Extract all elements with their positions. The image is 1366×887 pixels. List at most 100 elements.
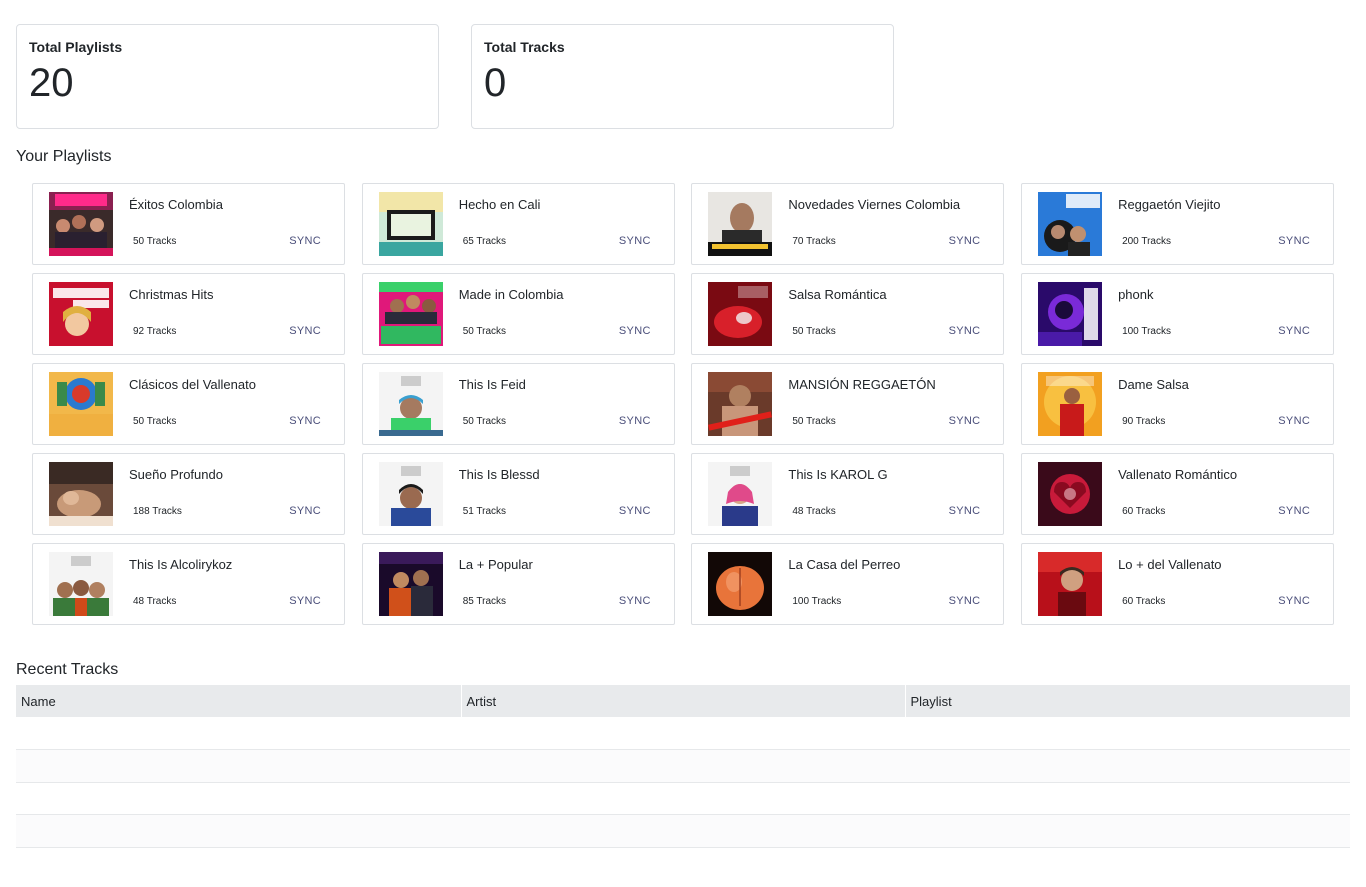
playlist-card[interactable]: Christmas Hits 92 Tracks SYNC (32, 273, 345, 355)
sync-button[interactable]: SYNC (619, 595, 651, 607)
sync-button[interactable]: SYNC (619, 415, 651, 427)
playlist-card[interactable]: This Is KAROL G 48 Tracks SYNC (691, 453, 1005, 535)
playlist-cover-image (49, 552, 113, 616)
playlist-track-count: 60 Tracks (1122, 506, 1166, 517)
sync-button[interactable]: SYNC (1278, 415, 1310, 427)
playlist-track-count: 60 Tracks (1122, 596, 1166, 607)
sync-button[interactable]: SYNC (289, 415, 321, 427)
playlist-track-count: 51 Tracks (462, 506, 507, 517)
playlist-name: Reggaetón Viejito (1118, 197, 1221, 212)
sync-button[interactable]: SYNC (949, 235, 981, 247)
sync-button[interactable]: SYNC (289, 235, 321, 247)
playlist-name: phonk (1118, 287, 1154, 302)
playlist-cover-image (708, 282, 773, 346)
playlist-cover-image (1038, 372, 1103, 436)
playlist-track-count: 48 Tracks (792, 506, 836, 517)
sync-button[interactable]: SYNC (289, 505, 321, 517)
playlist-track-count: 200 Tracks (1122, 236, 1171, 247)
total-playlists-card: Total Playlists 20 (16, 24, 439, 129)
playlist-name: Lo + del Vallenato (1118, 557, 1222, 572)
column-header-artist[interactable]: Artist (461, 685, 906, 717)
playlist-card[interactable]: Salsa Romántica 50 Tracks SYNC (691, 273, 1005, 355)
playlist-track-count: 50 Tracks (462, 416, 507, 427)
playlist-cover-image (708, 462, 773, 526)
playlist-cover-image (378, 192, 443, 256)
playlist-name: MANSIÓN REGGAETÓN (788, 377, 936, 392)
sync-button[interactable]: SYNC (949, 505, 981, 517)
playlist-name: This Is Blessd (458, 467, 540, 482)
playlist-card[interactable]: phonk 100 Tracks SYNC (1021, 273, 1335, 355)
playlist-name: Sueño Profundo (129, 467, 223, 482)
playlist-name: This Is Alcolirykoz (129, 557, 233, 572)
recent-tracks-table: Name Artist Playlist (16, 685, 1350, 848)
playlist-name: Vallenato Romántico (1118, 467, 1238, 482)
table-row (16, 749, 1350, 783)
playlist-cover-image (378, 552, 443, 616)
total-playlists-value: 20 (29, 61, 74, 105)
column-header-name[interactable]: Name (16, 685, 462, 717)
sync-button[interactable]: SYNC (289, 595, 321, 607)
sync-button[interactable]: SYNC (1278, 595, 1310, 607)
sync-button[interactable]: SYNC (1278, 235, 1310, 247)
sync-button[interactable]: SYNC (619, 235, 651, 247)
playlist-card[interactable]: This Is Feid 50 Tracks SYNC (361, 363, 675, 445)
playlist-card[interactable]: La + Popular 85 Tracks SYNC (361, 543, 675, 625)
sync-button[interactable]: SYNC (1278, 505, 1310, 517)
sync-button[interactable]: SYNC (949, 595, 981, 607)
playlist-card[interactable]: This Is Blessd 51 Tracks SYNC (361, 453, 675, 535)
playlist-cover-image (378, 462, 443, 526)
playlist-name: Novedades Viernes Colombia (788, 197, 961, 212)
your-playlists-heading: Your Playlists (16, 148, 112, 165)
playlist-track-count: 50 Tracks (792, 416, 836, 427)
playlist-cover-image (708, 552, 773, 616)
playlist-card[interactable]: Vallenato Romántico 60 Tracks SYNC (1021, 453, 1335, 535)
playlist-cover-image (1038, 282, 1103, 346)
playlist-card[interactable]: Hecho en Cali 65 Tracks SYNC (361, 183, 675, 265)
sync-button[interactable]: SYNC (289, 325, 321, 337)
playlist-card[interactable]: Éxitos Colombia 50 Tracks SYNC (32, 183, 345, 265)
playlist-card[interactable]: Clásicos del Vallenato 50 Tracks SYNC (32, 363, 345, 445)
sync-button[interactable]: SYNC (619, 505, 651, 517)
playlist-cover-image (708, 372, 773, 436)
playlist-card[interactable]: Lo + del Vallenato 60 Tracks SYNC (1021, 543, 1335, 625)
table-row (16, 782, 1350, 816)
sync-button[interactable]: SYNC (1278, 325, 1310, 337)
total-tracks-value: 0 (484, 61, 507, 105)
playlist-card[interactable]: Dame Salsa 90 Tracks SYNC (1021, 363, 1335, 445)
sync-button[interactable]: SYNC (619, 325, 651, 337)
playlist-track-count: 90 Tracks (1122, 416, 1166, 427)
playlist-card[interactable]: La Casa del Perreo 100 Tracks SYNC (691, 543, 1005, 625)
total-playlists-label: Total Playlists (29, 39, 123, 55)
playlist-cover-image (1038, 552, 1103, 616)
playlist-track-count: 48 Tracks (133, 596, 177, 607)
playlist-cover-image (49, 462, 113, 526)
playlist-card[interactable]: MANSIÓN REGGAETÓN 50 Tracks SYNC (691, 363, 1005, 445)
playlist-card[interactable]: Sueño Profundo 188 Tracks SYNC (32, 453, 345, 535)
playlist-grid: Éxitos Colombia 50 Tracks SYNC Hecho en … (32, 183, 1335, 625)
table-row (16, 717, 1350, 751)
playlist-card[interactable]: Made in Colombia 50 Tracks SYNC (361, 273, 675, 355)
playlist-cover-image (1038, 462, 1103, 526)
playlist-cover-image (49, 372, 113, 436)
playlist-name: Dame Salsa (1118, 377, 1189, 392)
playlist-track-count: 50 Tracks (133, 416, 177, 427)
sync-button[interactable]: SYNC (949, 415, 981, 427)
table-row (16, 814, 1350, 848)
sync-button[interactable]: SYNC (949, 325, 981, 337)
playlist-name: This Is Feid (458, 377, 526, 392)
playlist-name: La Casa del Perreo (788, 557, 901, 572)
playlist-track-count: 100 Tracks (792, 596, 842, 607)
playlist-card[interactable]: Novedades Viernes Colombia 70 Tracks SYN… (691, 183, 1005, 265)
playlist-card[interactable]: Reggaetón Viejito 200 Tracks SYNC (1021, 183, 1335, 265)
playlist-track-count: 100 Tracks (1122, 326, 1171, 337)
playlist-name: Clásicos del Vallenato (129, 377, 256, 392)
playlist-track-count: 65 Tracks (462, 236, 507, 247)
recent-tracks-heading: Recent Tracks (16, 661, 119, 678)
playlist-track-count: 50 Tracks (462, 326, 507, 337)
playlist-track-count: 85 Tracks (462, 596, 507, 607)
playlist-cover-image (49, 282, 113, 346)
playlist-cover-image (378, 372, 443, 436)
playlist-track-count: 92 Tracks (133, 326, 177, 337)
playlist-card[interactable]: This Is Alcolirykoz 48 Tracks SYNC (32, 543, 345, 625)
column-header-playlist[interactable]: Playlist (905, 685, 1350, 717)
